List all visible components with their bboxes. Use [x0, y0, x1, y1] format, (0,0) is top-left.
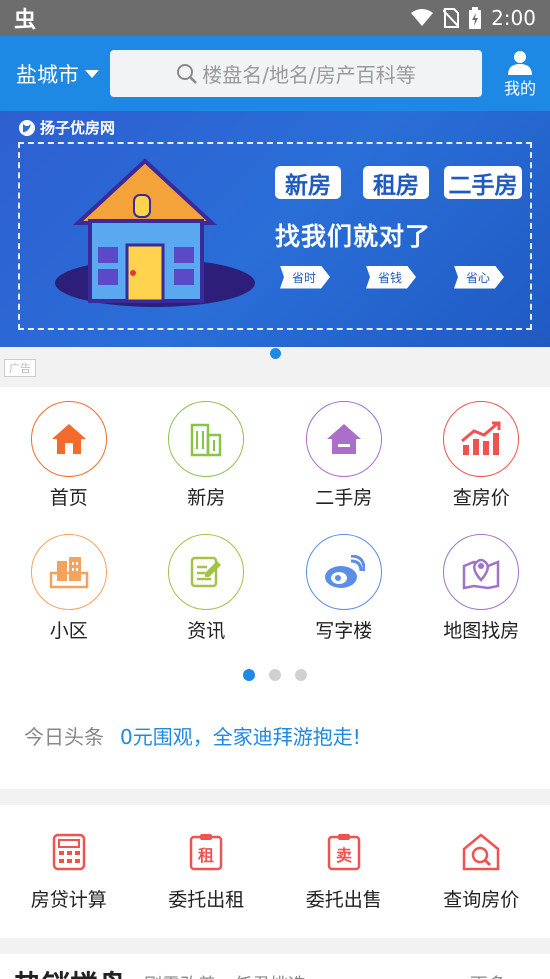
building-icon — [168, 401, 245, 477]
nav-label: 资讯 — [187, 620, 226, 642]
pager-dot-active[interactable] — [243, 669, 255, 681]
nav-label: 地图找房 — [443, 620, 520, 642]
banner-tag-second: 二手房 — [444, 166, 522, 199]
banner-slogan: 找我们就对了 — [275, 222, 432, 251]
banner-arrow-worry: 省心 — [454, 262, 505, 292]
headline-label: 今日头条 — [24, 725, 104, 749]
arrow-label-time: 省时 — [280, 265, 331, 289]
no-sim-icon — [443, 8, 460, 28]
mine-button[interactable]: 我的 — [500, 49, 540, 99]
sell-icon: 卖 — [327, 834, 360, 871]
news-icon — [168, 534, 245, 610]
city-selector[interactable]: 盐城市 — [16, 59, 110, 89]
sell-glyph: 卖 — [336, 846, 352, 865]
nav-new-house[interactable]: 新房 — [138, 401, 276, 534]
rent-icon: 租 — [190, 834, 223, 871]
headline-text[interactable]: 0元围观，全家迪拜游抱走! — [120, 721, 361, 750]
office-icon — [305, 534, 382, 610]
house-icon — [305, 401, 382, 477]
house-illustration — [55, 158, 255, 307]
service-loan-calculator[interactable]: 房贷计算 — [0, 805, 138, 938]
calculator-icon — [52, 833, 85, 871]
nav-label: 二手房 — [315, 487, 373, 509]
nav-label: 新房 — [187, 487, 226, 509]
search-placeholder: 楼盘名/地名/房产百科等 — [202, 63, 416, 87]
headline-bar[interactable]: 今日头条 0元围观，全家迪拜游抱走! — [0, 707, 550, 789]
services-row: 房贷计算 租 委托出租 卖 委托出售 查询房价 — [0, 805, 550, 938]
ad-badge: 广告 — [4, 359, 36, 377]
pager-dot[interactable] — [295, 669, 307, 681]
nav-office[interactable]: 写字楼 — [275, 534, 413, 667]
caret-down-icon — [85, 69, 99, 78]
banner-brand: 扬子优房网 — [18, 117, 115, 138]
nav-home[interactable]: 首页 — [0, 401, 138, 534]
banner-dot-active — [270, 348, 281, 359]
home-icon — [30, 401, 107, 477]
nav-community[interactable]: 小区 — [0, 534, 138, 667]
app-notification-icon: 虫 — [14, 8, 37, 33]
service-price-query[interactable]: 查询房价 — [413, 805, 550, 938]
user-icon — [508, 50, 532, 75]
banner-arrow-money: 省钱 — [366, 262, 417, 292]
grid-pager — [0, 667, 550, 707]
top-header: 盐城市 楼盘名/地名/房产百科等 我的 — [0, 36, 550, 111]
mine-label: 我的 — [503, 78, 536, 98]
nav-news[interactable]: 资讯 — [138, 534, 276, 667]
banner-tag-new: 新房 — [275, 166, 341, 199]
clock: 2:00 — [491, 6, 536, 30]
nav-label: 首页 — [49, 487, 88, 509]
battery-icon — [469, 7, 482, 29]
rent-glyph: 租 — [198, 846, 214, 865]
service-label: 房贷计算 — [30, 889, 107, 911]
banner-tag-rent: 租房 — [363, 166, 429, 199]
status-bar: 虫 2:00 — [0, 0, 550, 36]
nav-grid: 首页 新房 二手房 查房价 小区 资讯 写字楼 地图找房 — [0, 387, 550, 707]
price-query-icon — [463, 833, 500, 871]
arrow-label-money: 省钱 — [366, 265, 417, 289]
banner-arrow-time: 省时 — [280, 262, 331, 292]
search-input[interactable]: 楼盘名/地名/房产百科等 — [110, 50, 482, 97]
service-label: 委托出租 — [168, 889, 245, 911]
nav-label: 小区 — [49, 620, 88, 642]
community-icon — [30, 534, 107, 610]
city-label: 盐城市 — [16, 62, 79, 87]
arrow-label-worry: 省心 — [454, 265, 505, 289]
service-entrust-sell[interactable]: 卖 委托出售 — [275, 805, 413, 938]
promo-banner[interactable]: 扬子优房网 新房 租房 二手房 找我们就对了 省时 省钱 省心 — [0, 111, 550, 347]
hot-subtitle: 刚需改善，任君挑选 — [144, 971, 306, 979]
brand-text: 扬子优房网 — [40, 119, 116, 137]
banner-indicator: 广告 — [0, 347, 550, 387]
map-icon — [443, 534, 520, 610]
wifi-icon — [411, 9, 434, 26]
hot-section-header: 热销楼盘 刚需改善，任君挑选 更多>> — [0, 954, 550, 979]
more-link[interactable]: 更多>> — [470, 971, 536, 979]
service-label: 查询房价 — [443, 889, 520, 911]
nav-map-search[interactable]: 地图找房 — [413, 534, 550, 667]
search-icon — [177, 63, 198, 84]
pager-dot[interactable] — [269, 669, 281, 681]
nav-label: 写字楼 — [315, 620, 373, 642]
brand-logo-icon — [19, 119, 35, 136]
nav-second-hand[interactable]: 二手房 — [275, 401, 413, 534]
service-label: 委托出售 — [305, 889, 382, 911]
hot-title: 热销楼盘 — [14, 964, 126, 979]
chart-up-icon — [443, 401, 520, 477]
service-entrust-rent[interactable]: 租 委托出租 — [138, 805, 276, 938]
nav-price-check[interactable]: 查房价 — [413, 401, 550, 534]
nav-label: 查房价 — [452, 487, 510, 509]
